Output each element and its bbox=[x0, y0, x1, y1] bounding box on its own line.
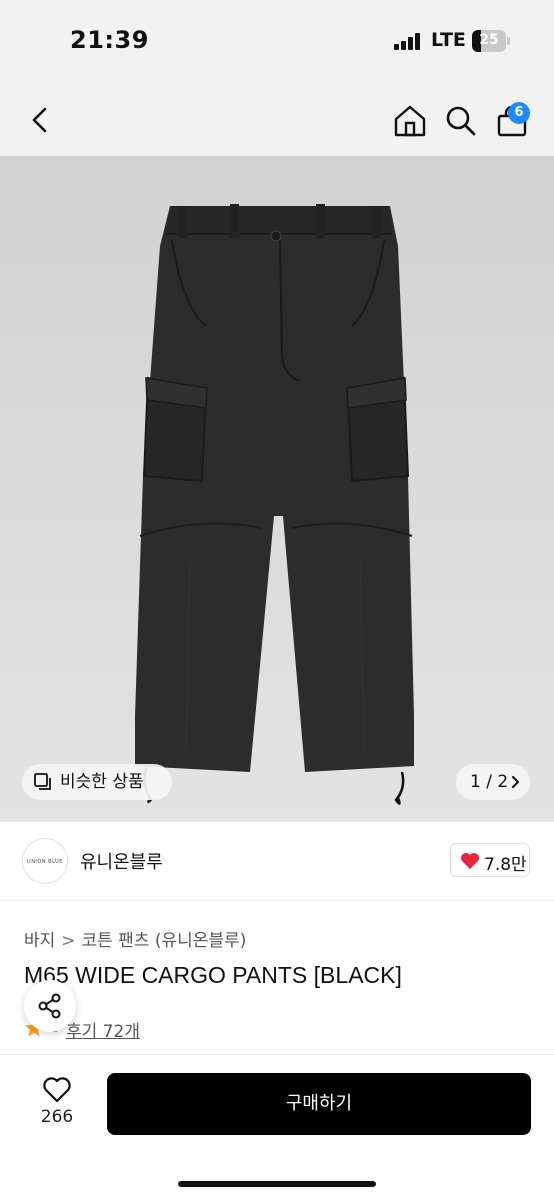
home-indicator bbox=[178, 1181, 376, 1187]
share-button[interactable] bbox=[24, 980, 76, 1032]
image-pager[interactable]: 1 / 2 bbox=[456, 764, 530, 800]
network-label: LTE bbox=[431, 29, 466, 51]
review-link[interactable]: 후기 72개 bbox=[66, 1017, 140, 1042]
breadcrumb-separator: > bbox=[61, 931, 76, 951]
similar-label: 비슷한 상품 bbox=[60, 772, 144, 792]
pager-text: 1 / 2 bbox=[470, 772, 509, 792]
breadcrumb-subcategory[interactable]: 코튼 팬츠 (유니온블루) bbox=[82, 931, 247, 951]
heart-icon bbox=[461, 853, 479, 869]
signal-icon bbox=[394, 32, 422, 50]
top-nav bbox=[0, 84, 554, 156]
brand-like-count: 7.8만 bbox=[484, 855, 527, 875]
pants-image bbox=[135, 204, 414, 805]
wishlist-button[interactable]: 266 bbox=[30, 1074, 84, 1134]
brand-name[interactable]: 유니온블루 bbox=[80, 848, 163, 874]
buy-button[interactable]: 구매하기 bbox=[107, 1073, 531, 1135]
battery-level: 25 bbox=[479, 32, 499, 48]
brand-like-button[interactable]: 7.8만 bbox=[450, 843, 530, 877]
breadcrumb: 바지 > 코튼 팬츠 (유니온블루) bbox=[24, 926, 246, 951]
back-icon[interactable] bbox=[28, 106, 52, 134]
breadcrumb-category[interactable]: 바지 bbox=[24, 931, 55, 951]
brand-logo[interactable]: UNION BLUE bbox=[22, 838, 68, 884]
product-image[interactable] bbox=[0, 156, 554, 822]
similar-icon bbox=[34, 773, 51, 790]
status-time: 21:39 bbox=[70, 26, 149, 54]
cart-count-badge: 6 bbox=[508, 102, 530, 124]
search-icon[interactable] bbox=[444, 104, 478, 138]
battery-icon: 25 bbox=[472, 30, 510, 52]
similar-products-button[interactable]: 비슷한 상품 bbox=[22, 764, 172, 800]
heart-outline-icon bbox=[43, 1077, 71, 1103]
product-title: M65 WIDE CARGO PANTS [BLACK] bbox=[24, 962, 402, 988]
chevron-right-icon bbox=[512, 776, 519, 788]
status-bar: 21:39 LTE 25 bbox=[0, 0, 554, 84]
home-icon[interactable] bbox=[392, 104, 428, 138]
wishlist-count: 266 bbox=[40, 1107, 74, 1127]
divider bbox=[0, 900, 554, 901]
share-icon bbox=[38, 993, 61, 1019]
